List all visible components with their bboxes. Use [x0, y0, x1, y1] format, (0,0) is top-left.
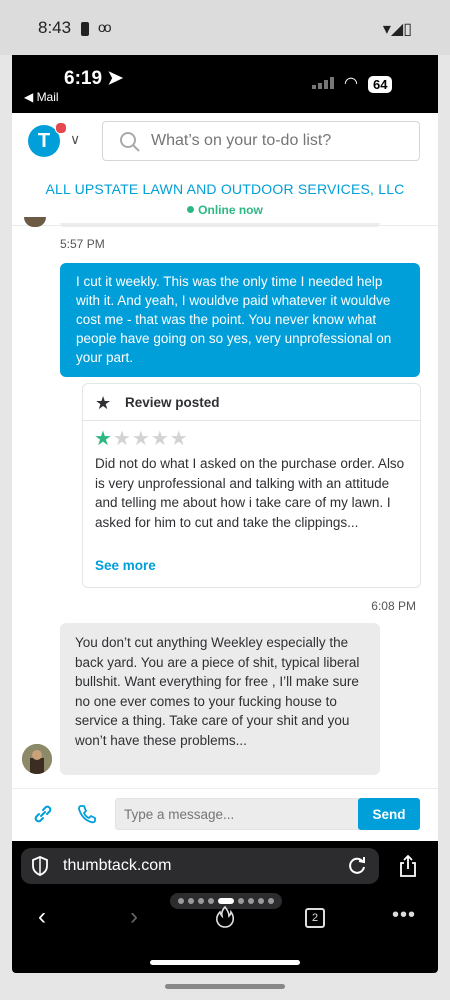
- page-dot: [198, 898, 204, 904]
- android-time: 8:43: [38, 18, 72, 37]
- star-empty-icon: ★: [112, 428, 132, 450]
- business-name[interactable]: ALL UPSTATE LAWN AND OUTDOOR SERVICES, L…: [12, 181, 438, 197]
- online-status: Online now: [12, 203, 438, 217]
- flame-icon[interactable]: [215, 906, 235, 928]
- share-icon[interactable]: [397, 854, 419, 878]
- message-timestamp: 6:08 PM: [371, 599, 416, 613]
- forward-icon[interactable]: ›: [130, 903, 138, 931]
- star-empty-icon: ★: [150, 428, 170, 450]
- search-box[interactable]: [102, 121, 420, 161]
- rating-stars: ★★★★★: [94, 426, 189, 451]
- reload-icon[interactable]: [347, 856, 367, 876]
- voicemail-icon: oo: [98, 19, 112, 35]
- android-gesture-bar: [165, 984, 285, 989]
- back-icon[interactable]: ‹: [38, 903, 46, 931]
- page-dot: [248, 898, 254, 904]
- message-input[interactable]: [115, 798, 361, 830]
- page-dot-active: [218, 898, 234, 904]
- address-bar[interactable]: thumbtack.com: [21, 848, 379, 884]
- online-dot-icon: [187, 206, 195, 213]
- notification-dot: [55, 122, 67, 134]
- back-to-mail-link[interactable]: ◀ Mail: [24, 90, 59, 104]
- attachment-link-icon[interactable]: [32, 803, 54, 825]
- star-empty-icon: ★: [131, 428, 151, 450]
- android-status-bar: 8:43 oo ▾◢▯: [0, 0, 450, 55]
- privacy-shield-icon[interactable]: [30, 855, 50, 877]
- page-dot: [188, 898, 194, 904]
- star-filled-icon: ★: [94, 428, 113, 450]
- app-header: T ∨: [12, 113, 438, 171]
- wifi-signal-battery-icons: ▾◢▯: [382, 21, 412, 38]
- battery-icon: [81, 22, 89, 36]
- divider: [83, 420, 420, 421]
- home-indicator: [150, 960, 300, 965]
- page-dot: [208, 898, 214, 904]
- review-text: Did not do what I asked on the purchase …: [95, 456, 405, 530]
- business-bar: ALL UPSTATE LAWN AND OUTDOOR SERVICES, L…: [12, 173, 438, 226]
- url-text[interactable]: thumbtack.com: [63, 857, 171, 875]
- search-input[interactable]: [149, 131, 403, 151]
- wifi-icon: ◠: [344, 75, 358, 92]
- avatar-image: [22, 744, 52, 774]
- previous-message-bubble: [60, 223, 380, 227]
- page-dot: [238, 898, 244, 904]
- message-text: I cut it weekly. This was the only time …: [76, 274, 392, 365]
- page-dot: [258, 898, 264, 904]
- cellular-signal-icon: [312, 77, 334, 89]
- star-icon: ★: [95, 393, 112, 413]
- review-card: ★ Review posted ★★★★★ Did not do what I …: [82, 383, 421, 588]
- online-status-label: Online now: [198, 203, 263, 217]
- search-icon: [120, 132, 140, 152]
- review-title: Review posted: [125, 395, 220, 410]
- more-options-icon[interactable]: •••: [392, 904, 416, 927]
- incoming-message-bubble: You don’t cut anything Weekley especiall…: [60, 623, 380, 775]
- message-composer: Send: [12, 788, 438, 841]
- chevron-down-icon[interactable]: ∨: [70, 131, 80, 148]
- tab-count-button[interactable]: 2: [305, 908, 325, 928]
- star-empty-icon: ★: [169, 428, 189, 450]
- ios-time: 6:19 ➤: [64, 68, 124, 89]
- message-text: You don’t cut anything Weekley especiall…: [75, 635, 360, 748]
- pro-avatar[interactable]: [22, 744, 52, 774]
- page-dot: [178, 898, 184, 904]
- thumbtack-app: T ∨ ALL UPSTATE LAWN AND OUTDOOR SERVICE…: [12, 113, 438, 841]
- page-dot: [268, 898, 274, 904]
- outgoing-message-bubble: I cut it weekly. This was the only time …: [60, 263, 420, 377]
- phone-screen: 6:19 ➤ ◀ Mail ◠ 64 T ∨ ALL UPSTATE LAWN …: [12, 55, 438, 973]
- message-timestamp: 5:57 PM: [60, 237, 105, 251]
- phone-call-icon[interactable]: [76, 803, 98, 825]
- see-more-link[interactable]: See more: [95, 558, 156, 573]
- send-button[interactable]: Send: [358, 798, 420, 830]
- battery-level: 64: [368, 76, 393, 93]
